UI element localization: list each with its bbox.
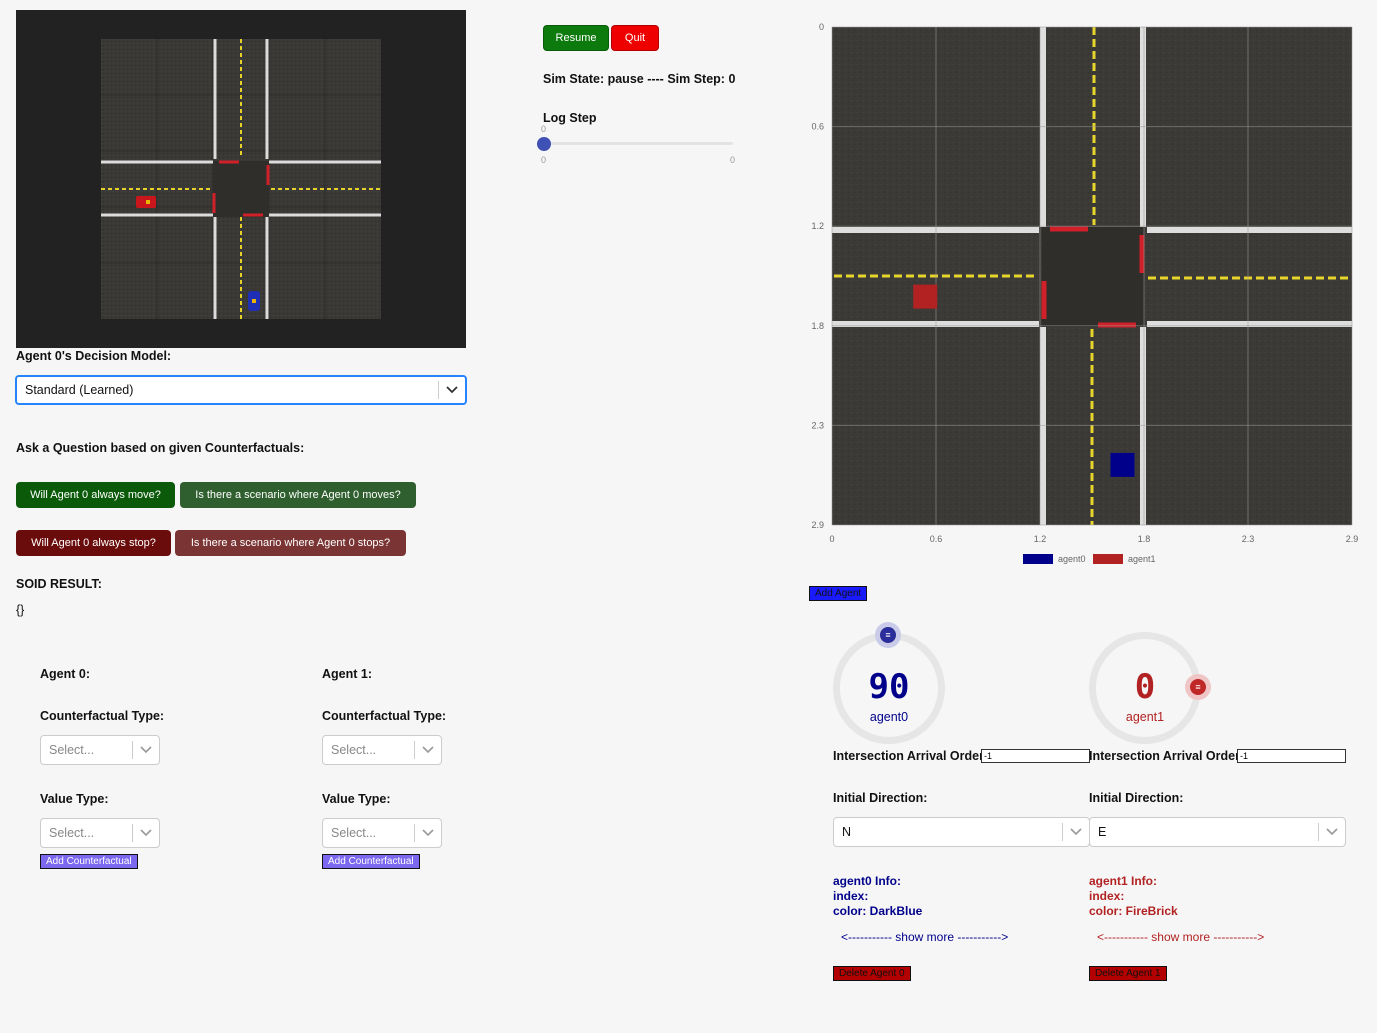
agent1-heading-knob[interactable]: ≡ [1185,674,1211,700]
y-tick-label: 1.8 [811,321,824,331]
always-move-button[interactable]: Will Agent 0 always move? [16,482,175,508]
cf-agent0-type-label: Counterfactual Type: [40,709,165,723]
resume-button[interactable]: Resume [543,25,609,51]
agent0-marker [1110,452,1135,477]
agent1-legend-swatch [1093,554,1123,564]
menu-icon: ≡ [880,627,896,643]
agent0-heading-value: 90 [868,667,910,707]
scenario-moves-button[interactable]: Is there a scenario where Agent 0 moves? [180,482,416,508]
chevron-down-icon[interactable] [415,829,441,837]
questions-heading: Ask a Question based on given Counterfac… [16,441,305,455]
x-tick-label: 0 [829,534,834,544]
agent0-info-color: color: DarkBlue [833,904,923,918]
cf-agent1-value-label: Value Type: [322,792,391,806]
cf-agent0-add-button[interactable]: Add Counterfactual [40,854,138,869]
cf-agent0-value-placeholder: Select... [49,826,95,840]
agent1-marker [913,284,938,309]
cf-agent1-type-select[interactable]: Select... [322,735,442,765]
agent1-info-color: color: FireBrick [1089,904,1178,918]
agent0-show-more[interactable]: <----------- show more -----------> [841,930,1008,944]
cf-agent1-value-placeholder: Select... [331,826,377,840]
menu-icon: ≡ [1190,679,1206,695]
y-tick-label: 0 [819,22,824,32]
agent0-direction-label: Initial Direction: [833,791,928,805]
agent0-arrival-label: Intersection Arrival Order: [833,749,989,763]
agent1-info: agent1 Info: index: color: FireBrick [1089,874,1178,919]
chevron-down-icon[interactable] [415,746,441,754]
x-tick-label: 1.2 [1034,534,1047,544]
cf-agent1-value-select[interactable]: Select... [322,818,442,848]
always-stop-button[interactable]: Will Agent 0 always stop? [16,530,171,556]
agent0-legend-label: agent0 [1058,554,1086,564]
cf-agent0-value-select[interactable]: Select... [40,818,160,848]
decision-model-label: Agent 0's Decision Model: [16,349,172,363]
position-chart: 0 0.6 1.2 1.8 2.3 2.9 0 0.6 1.2 1.8 2.3 2.9 agent0 a… [811,22,1359,564]
agent0-direction-value: N [842,825,852,839]
agent0-heading-knob[interactable]: ≡ [875,622,901,648]
agent0-heading-gauge: 90 agent0 [833,632,945,744]
agent0-info-title: agent0 Info: [833,874,901,888]
chevron-down-icon[interactable] [1063,828,1089,836]
agent1-direction-label: Initial Direction: [1089,791,1184,805]
log-step-track[interactable] [543,142,733,145]
decision-model-select[interactable]: Standard (Learned) [15,375,467,405]
agent0-info-index: index: [833,889,869,903]
simulation-view [16,10,466,348]
agent1-direction-value: E [1098,825,1107,839]
cf-agent1-title: Agent 1: [322,667,372,681]
quit-button[interactable]: Quit [611,25,659,51]
agent0-info: agent0 Info: index: color: DarkBlue [833,874,922,919]
agent1-arrival-label: Intersection Arrival Order: [1089,749,1245,763]
chevron-down-icon[interactable] [133,746,159,754]
agent0-direction-select[interactable]: N [833,817,1090,847]
log-step-max: 0 [730,155,736,165]
x-tick-label: 0.6 [930,534,943,544]
delete-agent1-button[interactable]: Delete Agent 1 [1089,966,1167,981]
cf-agent0-type-placeholder: Select... [49,743,95,757]
agent1-info-title: agent1 Info: [1089,874,1157,888]
agent0-legend-swatch [1023,554,1053,564]
cf-agent1-type-label: Counterfactual Type: [322,709,447,723]
log-step-min: 0 [541,155,547,165]
decision-model-value: Standard (Learned) [25,383,134,397]
agent1-legend-label: agent1 [1128,554,1156,564]
y-tick-label: 2.9 [811,520,824,530]
sim-status-text: Sim State: pause ---- Sim Step: 0 [543,72,736,86]
agent1-heading-value: 0 [1134,667,1156,707]
cf-agent0-title: Agent 0: [40,667,90,681]
delete-agent0-button[interactable]: Delete Agent 0 [833,966,911,981]
add-agent-button[interactable]: Add Agent [809,586,868,601]
agent1-show-more[interactable]: <----------- show more -----------> [1097,930,1264,944]
cf-agent0-value-label: Value Type: [40,792,109,806]
chevron-down-icon[interactable] [133,829,159,837]
y-tick-label: 1.2 [811,221,824,231]
cf-agent0-type-select[interactable]: Select... [40,735,160,765]
x-tick-label: 2.3 [1242,534,1255,544]
x-tick-label: 1.8 [1138,534,1151,544]
log-step-label: Log Step [543,111,597,125]
cf-agent1-add-button[interactable]: Add Counterfactual [322,854,420,869]
chevron-down-icon[interactable] [1319,828,1345,836]
agent1-direction-select[interactable]: E [1089,817,1346,847]
agent1-info-index: index: [1089,889,1125,903]
scenario-stops-button[interactable]: Is there a scenario where Agent 0 stops? [175,530,406,556]
agent0-name: agent0 [869,710,909,724]
log-step-current: 0 [541,124,547,134]
y-tick-label: 0.6 [811,122,824,132]
y-tick-label: 2.3 [811,420,824,430]
x-tick-label: 2.9 [1346,534,1359,544]
agent0-arrival-input[interactable] [981,749,1090,763]
soid-result-value: {} [16,603,25,617]
chevron-down-icon[interactable] [439,386,465,394]
agent1-arrival-input[interactable] [1237,749,1346,763]
log-step-thumb[interactable] [537,137,551,151]
cf-agent1-type-placeholder: Select... [331,743,377,757]
agent1-name: agent1 [1125,710,1165,724]
soid-result-label: SOID RESULT: [16,577,102,591]
